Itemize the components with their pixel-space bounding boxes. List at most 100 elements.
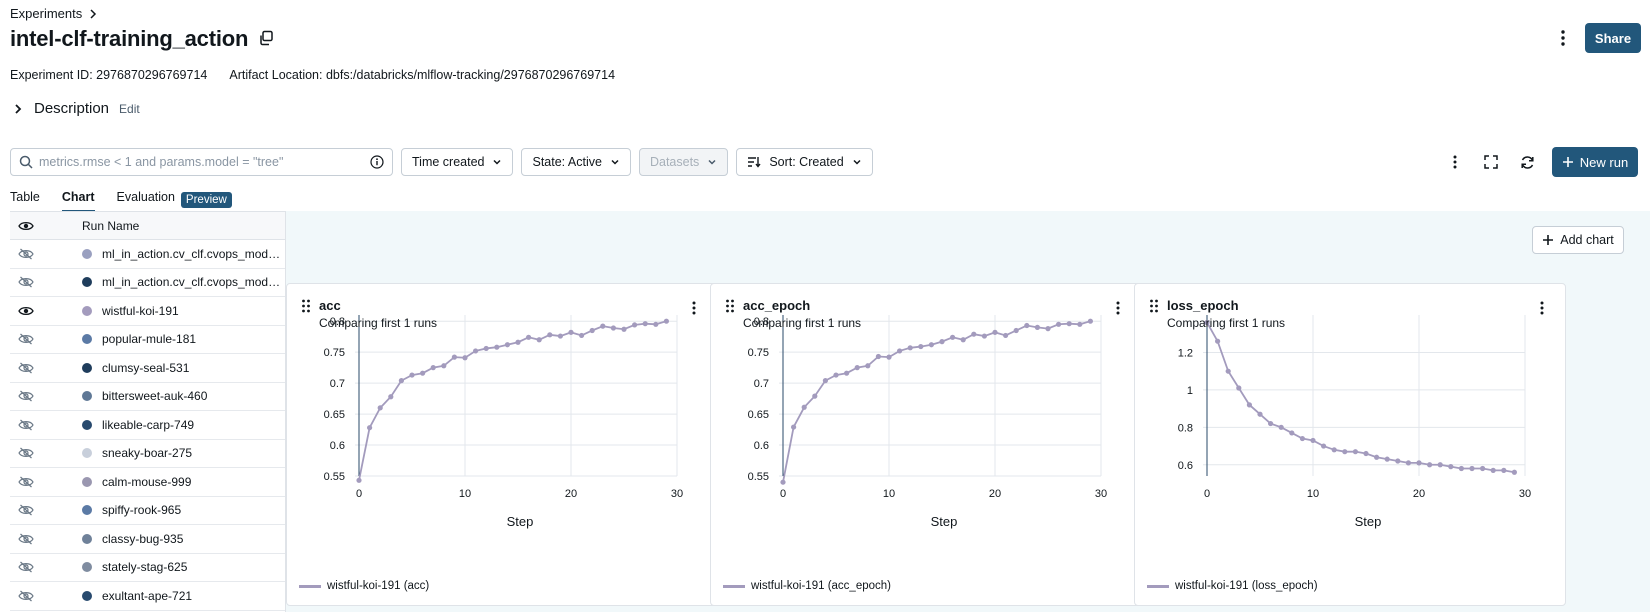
search-input[interactable]	[39, 155, 364, 169]
datasets-dropdown[interactable]: Datasets	[638, 148, 729, 176]
data-point	[600, 323, 606, 329]
run-name[interactable]: popular-mule-181	[102, 332, 196, 346]
data-point	[1480, 465, 1486, 472]
copy-icon[interactable]	[258, 30, 276, 48]
data-point	[451, 354, 457, 360]
run-row[interactable]: stately-stag-625	[10, 554, 285, 582]
breadcrumb-experiments[interactable]: Experiments	[10, 6, 82, 21]
page-kebab-icon[interactable]	[1554, 28, 1572, 48]
chart-kebab-icon[interactable]	[1539, 300, 1545, 319]
title-row: intel-clf-training_action	[10, 26, 276, 52]
data-point	[1087, 318, 1093, 324]
add-chart-button[interactable]: Add chart	[1532, 226, 1624, 254]
run-name[interactable]: wistful-koi-191	[102, 304, 179, 318]
drag-handle-icon[interactable]	[725, 299, 735, 316]
data-point	[801, 404, 807, 410]
run-name[interactable]: bittersweet-auk-460	[102, 389, 207, 403]
eye-icon[interactable]	[10, 305, 82, 317]
eye-hidden-icon[interactable]	[10, 590, 82, 602]
run-row[interactable]: spiffy-rook-965	[10, 497, 285, 525]
run-color-dot	[82, 590, 92, 601]
eye-hidden-icon[interactable]	[10, 276, 82, 288]
eye-hidden-icon[interactable]	[10, 248, 82, 260]
drag-handle-icon[interactable]	[301, 299, 311, 316]
fullscreen-icon[interactable]	[1482, 153, 1500, 171]
artifact-location: Artifact Location: dbfs:/databricks/mlfl…	[229, 68, 616, 82]
data-point	[1257, 411, 1263, 417]
share-button[interactable]: Share	[1585, 23, 1641, 53]
data-point	[430, 365, 436, 371]
data-point	[610, 325, 616, 331]
eye-hidden-icon[interactable]	[10, 419, 82, 431]
data-point	[1511, 469, 1517, 475]
drag-handle-icon[interactable]	[1149, 299, 1159, 316]
info-icon[interactable]	[370, 155, 384, 169]
eye-hidden-icon[interactable]	[10, 476, 82, 488]
run-name[interactable]: clumsy-seal-531	[102, 361, 189, 375]
run-name[interactable]: spiffy-rook-965	[102, 503, 181, 517]
chevron-down-icon	[853, 159, 861, 165]
chevron-right-icon[interactable]	[12, 103, 24, 115]
run-name[interactable]: calm-mouse-999	[102, 475, 191, 489]
run-row[interactable]: classy-bug-935	[10, 525, 285, 554]
run-row[interactable]: sneaky-boar-275	[10, 440, 285, 468]
y-tick-label: 0.6	[330, 440, 345, 452]
run-row[interactable]: likeable-carp-749	[10, 411, 285, 440]
run-name[interactable]: exultant-ape-721	[102, 589, 192, 603]
tab-chart[interactable]: Chart	[61, 190, 95, 212]
run-row[interactable]: exultant-ape-721	[10, 582, 285, 611]
run-name[interactable]: classy-bug-935	[102, 532, 183, 546]
tab-table[interactable]: Table	[10, 190, 40, 210]
chart-kebab-icon[interactable]	[691, 300, 697, 319]
chart-legend[interactable]: wistful-koi-191 (loss_epoch)	[1147, 580, 1318, 592]
eye-hidden-icon[interactable]	[10, 390, 82, 402]
run-name[interactable]: ml_in_action.cv_clf.cvops_model_training	[102, 247, 282, 261]
data-point	[1342, 449, 1348, 455]
data-point	[579, 332, 585, 339]
description-edit-link[interactable]: Edit	[119, 102, 140, 116]
run-row[interactable]: popular-mule-181	[10, 326, 285, 354]
chart-kebab-icon[interactable]	[1115, 300, 1121, 319]
search-box[interactable]	[10, 148, 393, 176]
add-chart-label: Add chart	[1560, 233, 1614, 247]
eye-hidden-icon[interactable]	[10, 504, 82, 516]
run-row[interactable]: calm-mouse-999	[10, 468, 285, 497]
refresh-icon[interactable]	[1518, 153, 1536, 171]
data-point	[992, 329, 998, 335]
run-row[interactable]: wistful-koi-191	[10, 297, 285, 326]
search-icon	[19, 155, 33, 169]
chart-legend[interactable]: wistful-koi-191 (acc)	[299, 580, 429, 592]
eye-hidden-icon[interactable]	[10, 561, 82, 573]
eye-hidden-icon[interactable]	[10, 447, 82, 459]
chart-legend[interactable]: wistful-koi-191 (acc_epoch)	[723, 580, 891, 592]
run-name[interactable]: likeable-carp-749	[102, 418, 194, 432]
visibility-header[interactable]	[10, 220, 82, 232]
x-axis-label: Step	[507, 514, 534, 529]
eye-hidden-icon[interactable]	[10, 333, 82, 345]
description-toggle[interactable]: Description Edit	[12, 100, 140, 117]
run-name[interactable]: ml_in_action.cv_clf.cvops_model_training	[102, 275, 282, 289]
eye-icon[interactable]	[18, 220, 34, 232]
kebab-icon[interactable]	[1446, 153, 1464, 171]
breadcrumb[interactable]: Experiments	[10, 6, 98, 21]
run-row[interactable]: ml_in_action.cv_clf.cvops_model_training	[10, 240, 285, 269]
run-color-dot	[82, 562, 92, 573]
x-tick-label: 20	[1413, 488, 1425, 500]
state-dropdown[interactable]: State: Active	[521, 148, 631, 176]
chevron-down-icon	[493, 159, 502, 165]
tab-evaluation[interactable]: Evaluation	[117, 190, 175, 210]
legend-swatch	[1147, 584, 1169, 588]
time-created-dropdown[interactable]: Time created	[401, 148, 514, 176]
eye-hidden-icon[interactable]	[10, 533, 82, 545]
run-row[interactable]: clumsy-seal-531	[10, 354, 285, 383]
run-row[interactable]: bittersweet-auk-460	[10, 383, 285, 411]
state-label: State: Active	[532, 155, 602, 169]
sort-dropdown[interactable]: Sort: Created	[736, 148, 873, 176]
eye-hidden-icon[interactable]	[10, 362, 82, 374]
new-run-button[interactable]: New run	[1552, 147, 1638, 177]
run-name-header[interactable]: Run Name	[82, 219, 139, 233]
data-point	[420, 370, 426, 376]
run-name[interactable]: stately-stag-625	[102, 560, 187, 574]
run-row[interactable]: ml_in_action.cv_clf.cvops_model_training	[10, 269, 285, 297]
run-name[interactable]: sneaky-boar-275	[102, 446, 192, 460]
